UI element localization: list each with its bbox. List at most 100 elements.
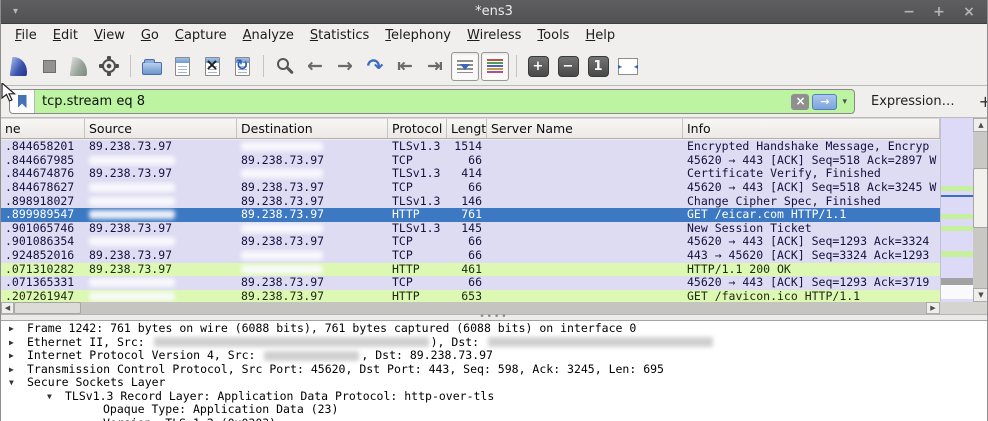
reload-capture-file-icon[interactable]: ↻ [228,52,256,81]
filter-dropdown-caret-icon[interactable]: ▾ [842,97,847,107]
column-header-destination[interactable]: Destination [237,119,388,138]
go-first-packet-icon[interactable]: ⇤ [391,52,419,81]
add-filter-button[interactable]: + [979,92,988,111]
close-capture-file-icon[interactable]: × [198,52,226,81]
stop-capture-icon[interactable] [35,52,63,81]
cell-time: .899989547 [1,208,85,222]
menu-go[interactable]: Go [133,26,167,45]
detail-row[interactable]: ▶Ethernet II, Src: ), Dst: [1,336,987,350]
zoom-in-icon[interactable]: + [524,52,552,81]
colorize-packets-icon[interactable] [481,52,509,81]
horizontal-scrollbar-thumb[interactable] [14,302,81,314]
horizontal-scrollbar[interactable]: ◀ ▶ [1,302,940,314]
detail-row[interactable]: ▼Secure Sockets Layer [1,376,987,390]
menu-file[interactable]: File [7,26,45,45]
scroll-up-icon[interactable]: ▲ [973,118,988,132]
column-header-source[interactable]: Source [85,119,237,138]
menu-wireless[interactable]: Wireless [459,26,529,45]
detail-row[interactable]: ▶Frame 1242: 761 bytes on wire (6088 bit… [1,322,987,336]
cell-server-name [487,208,683,222]
cell-destination: 89.238.73.97 [237,154,388,168]
minimap-band [941,285,973,299]
detail-row[interactable]: ▶Internet Protocol Version 4, Src: , Dst… [1,349,987,363]
menu-analyze[interactable]: Analyze [235,26,302,45]
column-header-length[interactable]: Length [447,119,487,138]
cell-info: 45620 → 443 [ACK] Seq=518 Ack=2897 W [683,154,940,168]
expander-collapsed-icon[interactable]: ▶ [7,336,27,350]
menu-telephony[interactable]: Telephony [377,26,459,45]
filter-bookmark-button[interactable] [10,90,35,113]
cell-time: .844658201 [1,140,85,154]
go-to-packet-icon[interactable]: ↷ [361,52,389,81]
scroll-down-icon[interactable]: ▼ [973,288,988,302]
pane-splitter[interactable]: •••• [1,314,987,321]
cell-server-name [487,181,683,195]
minimize-button[interactable]: − [901,2,917,22]
filter-apply-icon[interactable]: → [812,94,837,110]
filter-clear-icon[interactable]: × [791,94,809,110]
packet-row[interactable]: .90106574689.238.73.97TLSv1.3145New Sess… [1,222,940,236]
expander-collapsed-icon[interactable]: ▶ [7,322,27,336]
expander-collapsed-icon[interactable]: ▶ [7,363,27,377]
go-back-icon[interactable]: ← [301,52,329,81]
find-packet-icon[interactable] [271,52,299,81]
expander-collapsed-icon[interactable]: ▶ [7,349,27,363]
cell-source [85,208,237,222]
maximize-button[interactable]: + [931,2,947,22]
column-header-ne[interactable]: ne [1,119,85,138]
display-filter-field[interactable]: × → ▾ [9,89,855,114]
menu-tools[interactable]: Tools [529,26,577,45]
go-forward-icon[interactable]: → [331,52,359,81]
detail-text: Version: TLS 1.2 (0x0303) [103,417,276,421]
detail-row[interactable]: ▶Transmission Control Protocol, Src Port… [1,363,987,377]
scroll-left-icon[interactable]: ◀ [1,302,14,314]
capture-options-icon[interactable] [95,52,123,81]
scroll-right-icon[interactable]: ▶ [926,302,940,314]
menu-view[interactable]: View [86,26,133,45]
vertical-scrollbar-thumb[interactable] [973,168,988,228]
cell-server-name [487,235,683,249]
vertical-scrollbar[interactable]: ▲ ▼ [973,118,988,302]
packet-row[interactable]: .07136533189.238.73.97TCP6645620 → 443 [… [1,276,940,290]
menu-capture[interactable]: Capture [167,26,235,45]
detail-row[interactable]: Version: TLS 1.2 (0x0303) [1,417,987,421]
packet-row[interactable]: .20726194789.238.73.97HTTP653GET /favico… [1,290,940,302]
detail-row[interactable]: Opaque Type: Application Data (23) [1,403,987,417]
restart-capture-icon[interactable] [65,52,93,81]
packet-row[interactable]: .89891802789.238.73.97TLSv1.3146Change C… [1,195,940,209]
packet-row[interactable]: .90108635489.238.73.97TCP6645620 → 443 [… [1,235,940,249]
menu-statistics[interactable]: Statistics [302,26,377,45]
detail-row[interactable]: ▼TLSv1.3 Record Layer: Application Data … [1,390,987,404]
cell-source: 89.238.73.97 [85,167,237,181]
packet-row[interactable]: .84467862789.238.73.97TCP6645620 → 443 [… [1,181,940,195]
cell-destination [237,140,388,154]
column-header-server-name[interactable]: Server Name [487,119,683,138]
display-filter-input[interactable] [35,94,791,109]
packet-row[interactable]: .84465820189.238.73.97TLSv1.31514Encrypt… [1,140,940,154]
redacted-value [89,278,175,287]
packet-row[interactable]: .89998954789.238.73.97HTTP761GET /eicar.… [1,208,940,222]
expander-expanded-icon[interactable]: ▼ [45,390,65,404]
cell-destination: 89.238.73.97 [237,276,388,290]
expander-expanded-icon[interactable]: ▼ [7,376,27,390]
auto-scroll-icon[interactable] [451,52,479,81]
zoom-100-icon[interactable]: 1 [584,52,612,81]
packet-row[interactable]: .84466798589.238.73.97TCP6645620 → 443 [… [1,154,940,168]
packet-list-minimap-scrollbar[interactable] [940,118,973,302]
menu-edit[interactable]: Edit [45,26,86,45]
packet-row[interactable]: .92485201689.238.73.97TCP66443 → 45620 [… [1,249,940,263]
menu-help[interactable]: Help [577,26,623,45]
expression-button[interactable]: Expression… [871,94,955,109]
packet-row[interactable]: .07131028289.238.73.97HTTP461HTTP/1.1 20… [1,263,940,277]
redacted-value [241,224,323,233]
column-header-info[interactable]: Info [683,119,940,138]
packet-row[interactable]: .84467487689.238.73.97TLSv1.3414Certific… [1,167,940,181]
start-capture-icon[interactable] [5,52,33,81]
zoom-out-icon[interactable]: − [554,52,582,81]
resize-columns-icon[interactable] [614,52,642,81]
save-capture-file-icon[interactable] [168,52,196,81]
open-capture-file-icon[interactable] [138,52,166,81]
close-button[interactable]: × [961,2,977,22]
go-last-packet-icon[interactable]: ⇥ [421,52,449,81]
column-header-protocol[interactable]: Protocol [388,119,447,138]
